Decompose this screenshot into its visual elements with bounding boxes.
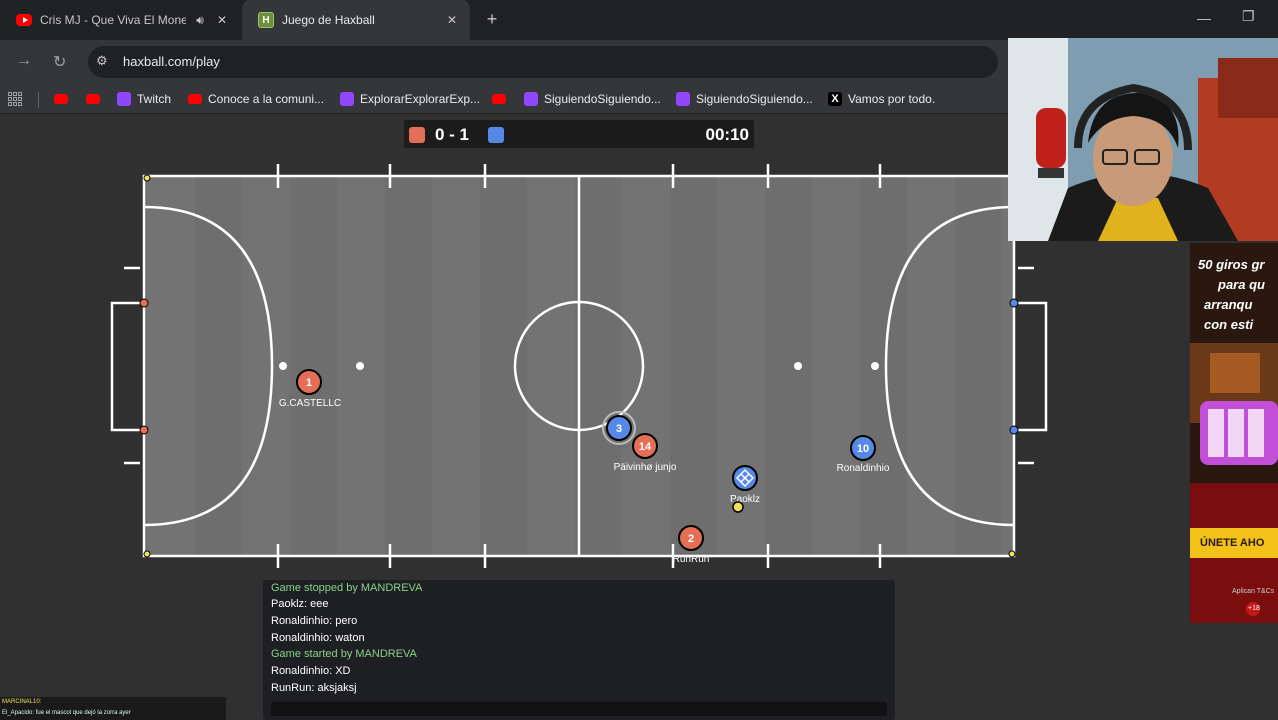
new-tab-button[interactable]: + [481,8,503,30]
youtube-icon [54,94,68,104]
streamer-camera-image [1008,38,1278,241]
bookmark-youtube-3[interactable] [492,90,512,108]
tab-title: Juego de Haxball [282,13,375,27]
bookmark-label: ExplorarExplorarExp... [360,92,481,106]
ball [732,501,744,513]
player-name: G.CASTELLC [279,398,341,409]
youtube-icon [492,94,506,104]
bookmark-siguiendo-1[interactable]: SiguiendoSiguiendo... [524,90,661,108]
twitch-icon [340,92,354,106]
tab-haxball[interactable]: H Juego de Haxball ✕ [242,0,470,40]
chat-line: Paoklz: eee [271,598,329,610]
futsal-field: 1 G.CASTELLC 3 14 Päivinhø junjo Paoklz … [110,164,1048,568]
player-name: Ronaldinhio [837,463,890,474]
player-number: 3 [616,423,622,435]
player-number: 2 [688,533,694,545]
player-name: RunRun [673,554,710,565]
x-icon: X [828,92,842,106]
ad-headline: 50 giros gr [1198,257,1265,272]
speaker-icon[interactable]: 🔊︎ [192,13,208,28]
haxball-icon: H [258,12,274,28]
chat-input[interactable] [271,702,887,716]
bookmark-label: Conoce a la comuni... [208,92,325,106]
scoreboard: 0 - 1 00:10 [404,120,754,148]
bookmark-explorar[interactable]: ExplorarExplorarExp... [340,90,480,108]
chat-line: Ronaldinhio: pero [271,615,358,627]
url-input[interactable]: ⚙ haxball.com/play [88,46,998,78]
bookmark-siguiendo-2[interactable]: SiguiendoSiguiendo... [676,90,813,108]
twitch-icon [524,92,538,106]
browser-tab-bar: Cris MJ - Que Viva El Mone 🔊︎ ✕ H Juego … [0,0,1278,40]
stream-chat-line: El_Apacido: fue el mascol que dejó la zo… [2,710,131,716]
url-text: haxball.com/play [123,54,220,69]
bookmark-label: Twitch [137,92,172,106]
bookmark-x[interactable]: X Vamos por todo. [828,90,935,108]
bookmark-conoce[interactable]: Conoce a la comuni... [188,90,324,108]
apps-grid-icon[interactable] [8,92,22,106]
tab-youtube[interactable]: Cris MJ - Que Viva El Mone 🔊︎ ✕ [0,0,240,40]
bookmark-label: SiguiendoSiguiendo... [696,92,813,106]
red-team-swatch [409,127,425,143]
stream-chat-line: MARCINAL10: [2,699,42,705]
match-timer: 00:10 [705,125,749,144]
player-blue-paoklz: Paoklz [730,465,760,505]
bookmark-youtube-1[interactable] [54,90,74,108]
player-blue-3: 3 [602,411,636,445]
twitch-icon [117,92,131,106]
youtube-icon [188,94,202,104]
bookmark-twitch[interactable]: Twitch [117,90,171,108]
chat-line: Ronaldinhio: waton [271,632,365,644]
score: 0 - 1 [435,125,470,144]
ad-headline: arranqu [1204,297,1253,312]
close-icon[interactable]: ✕ [444,13,460,27]
player-number: 1 [306,377,312,389]
bookmark-label: Vamos por todo. [848,92,936,106]
age-badge: +18 [1248,605,1260,612]
game-chat: Game stopped by MANDREVA Paoklz: eee Ron… [263,580,895,720]
tab-title: Cris MJ - Que Viva El Mone [40,13,186,27]
player-number: 14 [639,441,652,453]
webcam-overlay [1008,38,1278,241]
divider [38,92,39,108]
site-info-icon[interactable]: ⚙ [96,53,108,69]
chat-line: Ronaldinhio: XD [271,665,351,677]
bookmark-youtube-2[interactable] [86,90,106,108]
youtube-icon [86,94,100,104]
youtube-icon [16,14,32,26]
ad-terms: Aplican T&Cs [1232,588,1275,595]
minimize-icon[interactable]: — [1197,10,1211,26]
restore-icon[interactable]: ❐ [1242,8,1255,25]
ad-cta-button[interactable]: ÚNETE AHO [1190,528,1278,558]
chat-line: Game stopped by MANDREVA [271,582,423,594]
advertisement-banner[interactable]: 50 giros gr para qu arranqu con esti ÚNE… [1190,243,1278,623]
bookmark-label: SiguiendoSiguiendo... [544,92,661,106]
stream-chat-overlay: MARCINAL10: El_Apacido: fue el mascol qu… [0,697,226,720]
forward-icon[interactable]: → [16,52,32,70]
twitch-icon [676,92,690,106]
ad-headline: con esti [1204,317,1254,332]
player-name: Päivinhø junjo [614,462,677,473]
ad-headline: para qu [1218,277,1265,292]
player-number: 10 [857,443,869,455]
chat-line: Game started by MANDREVA [271,648,417,660]
left-goal [110,301,144,432]
right-goal [1014,301,1048,432]
close-icon[interactable]: ✕ [214,13,230,27]
chat-line: RunRun: aksjaksj [271,682,357,694]
blue-team-swatch [488,127,504,143]
reload-icon[interactable]: ↻ [53,52,66,72]
